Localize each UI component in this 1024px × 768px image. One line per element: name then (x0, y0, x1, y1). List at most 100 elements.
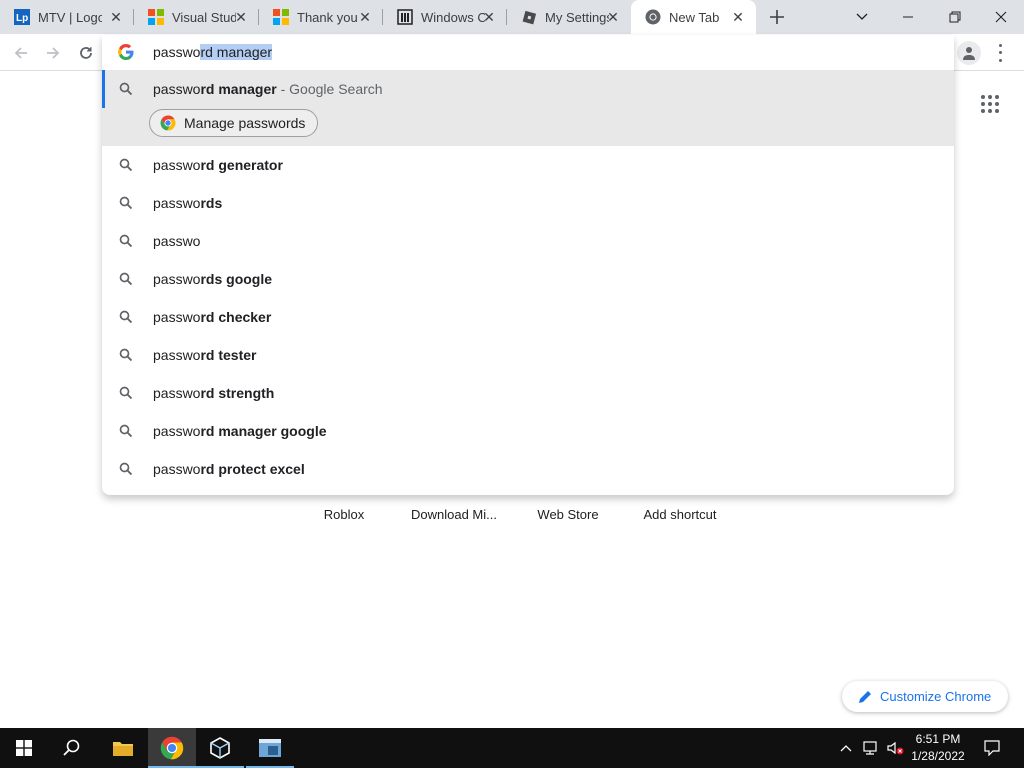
suggestion-text: password strength (153, 385, 275, 401)
folder-icon (113, 742, 133, 756)
close-icon (995, 11, 1007, 23)
roblox-icon (521, 9, 537, 25)
customize-chrome-button[interactable]: Customize Chrome (842, 681, 1008, 712)
chevron-down-icon (856, 13, 868, 20)
suggestion-item[interactable]: password protect excel (102, 450, 954, 488)
tab-windows[interactable]: Windows C ✕ (383, 0, 507, 34)
lp-logo-icon: Lp (14, 9, 30, 25)
building-icon (397, 9, 413, 25)
tab-title: Visual Studio (172, 9, 236, 25)
chrome-menu-button[interactable] (992, 42, 1008, 64)
restore-icon (949, 11, 961, 23)
suggestion-text: password checker (153, 309, 272, 325)
tab-thank-you[interactable]: Thank you ✕ (259, 0, 383, 34)
omnibox-autocomplete-text: rd manager (200, 44, 273, 60)
microsoft-logo-icon (273, 9, 289, 25)
search-icon (119, 386, 133, 400)
tab-my-settings[interactable]: My Settings ✕ (507, 0, 631, 34)
action-center-button[interactable] (980, 728, 1004, 768)
chip-label: Manage passwords (184, 115, 306, 131)
suggestion-item[interactable]: password tester (102, 336, 954, 374)
minimize-icon (903, 16, 913, 18)
shortcut-web-store[interactable]: Web Store (518, 507, 618, 522)
search-icon (119, 348, 133, 362)
file-explorer-button[interactable] (99, 728, 147, 768)
close-icon[interactable]: ✕ (605, 9, 621, 25)
tab-visual-studio[interactable]: Visual Studio ✕ (134, 0, 259, 34)
microsoft-logo-icon (148, 9, 164, 25)
omnibox-typed-text: passwo (153, 44, 201, 60)
suggestion-text: password manager - Google Search (153, 81, 383, 97)
chrome-icon (645, 9, 661, 25)
arrow-right-icon (47, 47, 60, 59)
suggestion-item[interactable]: password manager google (102, 412, 954, 450)
suggestion-text: passwo (153, 233, 201, 249)
close-window-button[interactable] (978, 0, 1024, 34)
cube-icon (210, 737, 230, 759)
new-tab-button[interactable] (765, 5, 789, 29)
search-icon (119, 196, 133, 210)
shortcut-roblox[interactable]: Roblox (294, 507, 394, 522)
tab-title: MTV | Logo (38, 9, 102, 25)
suggestion-text: password generator (153, 157, 283, 173)
suggestion-item[interactable]: password generator (102, 146, 954, 184)
search-icon (119, 424, 133, 438)
reload-button[interactable] (73, 40, 99, 66)
close-icon[interactable]: ✕ (108, 9, 124, 25)
suggestion-item[interactable]: passwords google (102, 260, 954, 298)
forward-button[interactable] (40, 40, 66, 66)
start-button[interactable] (0, 728, 48, 768)
suggestion-text: passwords google (153, 271, 273, 287)
close-icon[interactable]: ✕ (233, 9, 249, 25)
volume-muted-icon[interactable] (884, 728, 906, 768)
chevron-up-icon (840, 745, 852, 752)
suggestion-item[interactable]: password strength (102, 374, 954, 412)
search-icon (119, 234, 133, 248)
show-hidden-icons-button[interactable] (837, 728, 855, 768)
google-apps-icon[interactable] (979, 93, 1001, 115)
chrome-taskbar-button[interactable] (148, 728, 196, 768)
restore-button[interactable] (932, 0, 978, 34)
suggestion-text: password tester (153, 347, 257, 363)
shortcut-add[interactable]: Add shortcut (630, 507, 730, 522)
search-icon (63, 739, 80, 756)
suggestion-item[interactable]: passwo (102, 222, 954, 260)
app-taskbar-button[interactable] (246, 728, 294, 768)
tab-title: Thank you (297, 9, 358, 25)
back-button[interactable] (8, 40, 34, 66)
selection-indicator (102, 70, 105, 108)
tab-strip: Lp MTV | Logo ✕ Visual Studio ✕ Thank yo… (0, 0, 1024, 34)
search-icon (119, 310, 133, 324)
close-icon[interactable]: ✕ (357, 9, 373, 25)
tab-mtv-logo[interactable]: Lp MTV | Logo ✕ (0, 0, 134, 34)
tab-search-button[interactable] (839, 0, 885, 34)
shortcut-download[interactable]: Download Mi... (404, 507, 504, 522)
clock-date: 1/28/2022 (911, 749, 965, 763)
svg-text:Lp: Lp (16, 13, 28, 24)
taskbar-clock[interactable]: 6:51 PM 1/28/2022 (905, 731, 971, 765)
close-icon[interactable]: ✕ (481, 9, 497, 25)
studio-taskbar-button[interactable] (196, 728, 244, 768)
network-icon[interactable] (860, 728, 882, 768)
customize-label: Customize Chrome (880, 689, 992, 704)
suggestion-item[interactable]: password checker (102, 298, 954, 336)
suggestion-item[interactable]: password manager - Google Search Manage … (102, 70, 954, 146)
search-icon (119, 82, 133, 96)
omnibox-dropdown: password manager password manager - Goog… (102, 35, 954, 495)
tab-new-tab[interactable]: New Tab ✕ (631, 0, 756, 34)
minimize-button[interactable] (885, 0, 931, 34)
chrome-icon (160, 736, 184, 760)
suggestion-item[interactable]: passwords (102, 184, 954, 222)
taskbar: 6:51 PM 1/28/2022 (0, 728, 1024, 768)
close-icon[interactable]: ✕ (730, 9, 746, 25)
person-icon (963, 47, 975, 60)
app-window-icon (259, 739, 281, 757)
profile-button[interactable] (957, 41, 981, 65)
suggestion-text: passwords (153, 195, 223, 211)
omnibox-input[interactable]: password manager (102, 35, 954, 70)
manage-passwords-chip[interactable]: Manage passwords (149, 109, 319, 137)
notification-icon (984, 740, 1000, 756)
omnibox-text: password manager (153, 44, 273, 60)
search-icon (119, 158, 133, 172)
search-button[interactable] (48, 728, 96, 768)
